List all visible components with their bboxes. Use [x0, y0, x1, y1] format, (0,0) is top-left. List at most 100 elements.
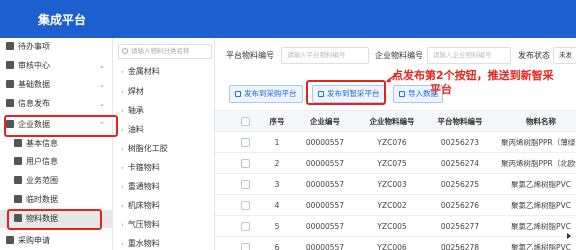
platform-code-input[interactable]: 请输入平台物料编号 — [281, 47, 369, 64]
tree-node[interactable]: › 油料 — [121, 122, 144, 138]
cell-enterprise-no: 00000557 — [305, 159, 345, 168]
chevron-down-icon: ⌄ — [99, 100, 105, 108]
database-icon — [6, 80, 14, 88]
tree-node-label: 重水物料 — [127, 239, 160, 248]
platform-code-placeholder: 请输入平台物料编号 — [287, 51, 346, 59]
tree-node-label: 油料 — [127, 125, 144, 134]
caret-right-icon: › — [121, 107, 124, 115]
sidebar-item-publish[interactable]: 信息发布 ⌄ — [0, 95, 113, 113]
caret-right-icon: › — [121, 221, 124, 229]
tree-node[interactable]: › 金属材料 — [121, 64, 160, 80]
col-header-platform-material: 平台物料编号 — [437, 117, 483, 126]
search-icon — [122, 48, 128, 54]
sidebar-item-purchase[interactable]: 采购申请 — [0, 232, 113, 250]
row-checkbox[interactable] — [241, 222, 250, 231]
tree-node[interactable]: › 气压物料 — [121, 217, 160, 233]
row-checkbox[interactable] — [241, 201, 250, 210]
enterprise-code-input[interactable]: 请输入企业物料编号 — [427, 47, 511, 64]
publish-purchase-button[interactable]: 发布到采购平台 — [229, 85, 303, 103]
caret-right-icon: › — [121, 68, 124, 76]
sidebar-item-temp-data[interactable]: 临时数据 — [0, 191, 113, 209]
col-header-index: 序号 — [269, 117, 285, 126]
tree-node-label: 卡箍物料 — [127, 163, 160, 172]
cell-enterprise-no: 00000557 — [305, 201, 345, 210]
users-icon — [14, 157, 22, 165]
tree-node[interactable]: › 重通物料 — [121, 179, 160, 195]
caret-right-icon: › — [121, 126, 124, 134]
caret-right-icon: › — [121, 145, 124, 153]
table-header: 序号 企业编号 企业物料编号 平台物料编号 物料名称 — [215, 110, 576, 132]
scope-icon — [14, 176, 22, 184]
highlight-publish-zhicai — [306, 80, 386, 105]
table-row[interactable]: 1 00000557 YZC076 00256273 聚丙烯树脂PPR（薄绿） — [215, 132, 576, 153]
tree-node-label: 重通物料 — [127, 182, 160, 191]
sidebar-item-basic-info[interactable]: 基本信息 — [0, 135, 113, 153]
row-checkbox[interactable] — [241, 243, 250, 250]
tree-node[interactable]: › 重水物料 — [121, 236, 160, 250]
tree-node-label: 树脂化工胶 — [127, 144, 168, 153]
cell-index: 2 — [274, 159, 280, 168]
row-checkbox[interactable] — [241, 180, 250, 189]
table-row[interactable]: 6 00000557 YZC006 00256278 聚氯乙烯树脂PVC — [215, 237, 576, 250]
status-select[interactable]: 未发 — [553, 47, 576, 64]
purchase-icon — [6, 236, 14, 244]
highlight-enterprise-data — [4, 115, 118, 137]
user-icon — [14, 139, 22, 147]
publish-icon — [6, 99, 14, 107]
cell-material-name: 聚氯乙烯树脂PVC — [511, 201, 571, 210]
row-checkbox[interactable] — [241, 138, 250, 147]
sidebar-item-users[interactable]: 用户信息 — [0, 153, 113, 171]
cell-platform-material: 00256276 — [440, 201, 480, 210]
cell-enterprise-no: 00000557 — [305, 222, 345, 231]
todo-icon — [6, 42, 14, 50]
cell-enterprise-material: YZC002 — [377, 201, 407, 210]
cell-enterprise-material: YZC006 — [377, 243, 407, 250]
table-row[interactable]: 2 00000557 YZC075 00256274 聚丙烯树脂PPR（北欧化工… — [215, 153, 576, 174]
cell-material-name: 聚丙烯树脂PPR（薄绿） — [501, 138, 576, 147]
sidebar-item-label: 基础数据 — [18, 80, 50, 89]
tree-node-label: 金属材料 — [127, 67, 160, 76]
cell-material-name: 聚丙烯树脂PPR（北欧化工） — [501, 159, 576, 168]
cell-enterprise-no: 00000557 — [305, 138, 345, 147]
sidebar-item-label: 临时数据 — [26, 195, 58, 204]
cell-enterprise-material: YZC005 — [377, 222, 407, 231]
sidebar-item-todo[interactable]: 待办事项 — [0, 38, 113, 56]
table-row[interactable]: 4 00000557 YZC002 00256276 聚氯乙烯树脂PVC — [215, 195, 576, 216]
category-search-input[interactable]: 请输入物料分类名称 — [118, 44, 212, 59]
cell-index: 6 — [274, 243, 280, 250]
sidebar-item-scope[interactable]: 业务范围 — [0, 172, 113, 190]
sidebar-item-label: 采购申请 — [18, 236, 50, 245]
annotation-text: 点发布第2个按钮，推送到新智采 平台 — [392, 69, 576, 97]
cell-enterprise-material: YZC003 — [377, 180, 407, 189]
app-title: 集成平台 — [38, 13, 87, 27]
app-header: 集成平台 — [0, 0, 576, 38]
scroll-right-icon[interactable] — [565, 232, 573, 240]
tree-node[interactable]: › 机床物料 — [121, 198, 160, 214]
sidebar-item-audit[interactable]: 审核中心 ⌄ — [0, 57, 113, 75]
chevron-down-icon: ⌄ — [99, 62, 105, 70]
table-row[interactable]: 5 00000557 YZC005 00256277 聚氯乙烯树脂PVC — [215, 216, 576, 237]
cell-enterprise-no: 00000557 — [305, 243, 345, 250]
row-checkbox[interactable] — [241, 159, 250, 168]
tree-node[interactable]: › 焊材 — [121, 84, 144, 100]
status-select-value: 未发 — [559, 51, 572, 59]
tree-node-label: 机床物料 — [127, 201, 160, 210]
cell-material-name: 聚氯乙烯树脂PVC — [511, 180, 571, 189]
select-all-checkbox[interactable] — [241, 117, 250, 126]
caret-right-icon: › — [121, 183, 124, 191]
cell-platform-material: 00256274 — [440, 159, 480, 168]
audit-icon — [6, 61, 14, 69]
cell-enterprise-material: YZC076 — [377, 138, 407, 147]
chevron-down-icon: ⌄ — [99, 81, 105, 89]
tree-node-label: 气压物料 — [127, 220, 160, 229]
tree-node[interactable]: › 轴承 — [121, 103, 144, 119]
upload-icon — [235, 91, 241, 97]
tree-node[interactable]: › 树脂化工胶 — [121, 141, 168, 157]
table-row[interactable]: 3 00000557 YZC003 00256275 聚氯乙烯树脂PVC — [215, 174, 576, 195]
cell-platform-material: 00256275 — [440, 180, 480, 189]
tree-node[interactable]: › 卡箍物料 — [121, 160, 160, 176]
tree-node-label: 焊材 — [127, 87, 144, 96]
tree-node-label: 轴承 — [127, 106, 144, 115]
cell-enterprise-no: 00000557 — [305, 180, 345, 189]
sidebar-item-basic-data[interactable]: 基础数据 ⌄ — [0, 76, 113, 94]
